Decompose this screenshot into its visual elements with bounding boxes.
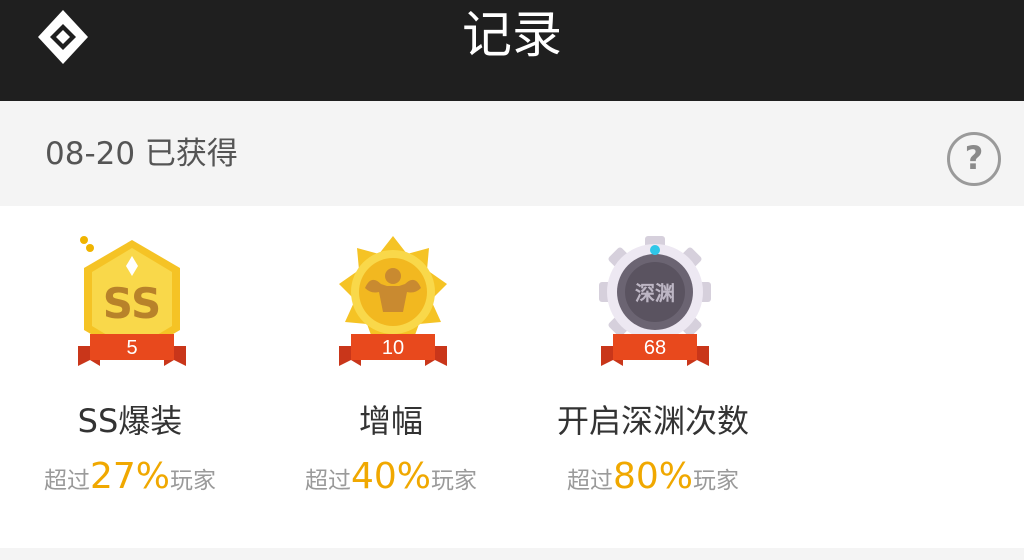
question-circle-icon[interactable]: ? [947,132,1001,186]
date-summary-bar: 08-20 已获得 ? [0,101,1024,206]
badge-stat: 超过27%玩家 [43,456,216,497]
badge-emblem: 深渊 [635,281,675,305]
badge-enhance[interactable]: 10 增幅 超过40%玩家 [281,228,501,498]
badge-emblem: SS [103,279,162,328]
muscle-sun-badge-icon: 10 [339,236,447,366]
badge-stat: 超过80%玩家 [566,456,739,497]
badge-percent: 40% [350,456,431,497]
top-header: 记录 [0,0,1024,101]
obtained-date-label: 08-20 已获得 [45,136,238,172]
badge-abyss-opened[interactable]: 深渊 68 开启深渊次数 超过80%玩家 [543,228,763,498]
badge-count: 68 [644,337,666,359]
badge-ss-drop[interactable]: SS 5 SS爆装 超过27%玩家 [20,228,240,498]
badge-stat: 超过40%玩家 [304,456,477,497]
badge-percent: 80% [612,456,693,497]
gear-abyss-badge-icon: 深渊 68 [599,236,711,366]
badge-percent: 27% [89,456,170,497]
badge-count: 5 [126,337,137,359]
page-title: 记录 [462,6,562,64]
badge-count: 10 [382,337,404,359]
ss-shield-badge-icon: SS 5 [78,236,186,366]
badge-name: 增幅 [358,402,423,440]
badge-name: SS爆装 [77,402,183,440]
badge-name: 开启深渊次数 [556,402,749,440]
bottom-divider [0,548,1024,560]
